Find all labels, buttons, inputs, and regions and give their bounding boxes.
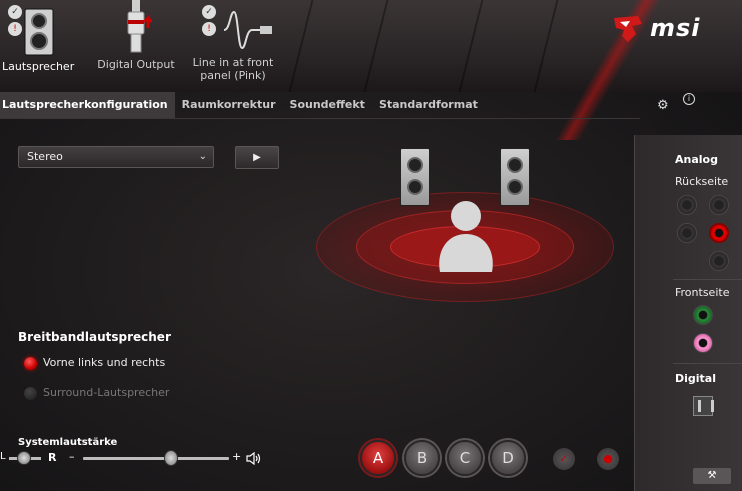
device-line-in[interactable]: ✓ ! Line in at front panel (Pink) [190,0,276,82]
speaker-config-select[interactable]: Stereo ⌄ [18,146,214,168]
jack-front-green[interactable] [693,305,713,325]
tab-speaker-config[interactable]: Lautsprecherkonfiguration [0,92,175,118]
tab-divider [0,118,640,119]
check-icon[interactable]: ✓ [553,448,575,470]
play-button[interactable]: ▶ [235,146,279,169]
jack-rear-3[interactable] [677,223,697,243]
broadband-title: Breitbandlautsprecher [18,330,171,344]
profile-b-button[interactable]: B [404,440,440,476]
dragon-icon [614,16,642,42]
device-label: Line in at front panel (Pink) [192,56,274,82]
balance-slider-thumb[interactable] [17,451,31,465]
radio-surround[interactable] [24,387,37,400]
decor-stripe [363,0,389,92]
play-icon: ▶ [253,152,261,163]
speaker-device-icon [24,8,54,56]
speaker-right-icon[interactable] [500,148,530,206]
device-label: Digital Output [97,58,175,71]
balance-left-label: L [0,451,6,462]
decor-stripe [458,0,484,92]
digital-port-icon[interactable] [693,396,714,416]
volume-title: Systemlautstärke [18,437,118,448]
jack-rear-1[interactable] [677,195,697,215]
front-label: Frontseite [675,286,730,299]
microphone-icon[interactable]: ● [597,448,619,470]
jack-front-pink[interactable] [693,333,713,353]
rear-label: Rückseite [675,175,729,188]
wrench-icon: ⚒ [707,470,717,481]
digital-title: Digital [675,372,716,385]
jack-rear-2[interactable] [709,195,729,215]
tab-sound-effect[interactable]: Soundeffekt [283,92,372,118]
tab-default-format[interactable]: Standardformat [372,92,485,118]
power-icon[interactable]: ! [202,22,216,36]
chevron-down-icon: ⌄ [198,151,207,162]
device-speakers[interactable]: ✓ ! Lautsprecher [2,0,74,73]
speaker-left-icon[interactable] [400,148,430,206]
msi-logo: msi [610,12,720,50]
profile-a-button[interactable]: A [360,440,396,476]
select-value: Stereo [27,150,63,163]
tab-bar: Lautsprecherkonfiguration Raumkorrektur … [0,92,485,118]
gear-icon[interactable]: ⚙ [657,99,671,113]
volume-minus-button[interactable]: – [69,450,75,463]
check-icon[interactable]: ✓ [202,5,216,19]
audio-manager-window: ✓ ! Lautsprecher Digital Output ✓ ! Line… [0,0,742,491]
jack-rear-4[interactable] [709,251,729,271]
device-label: Lautsprecher [2,60,75,73]
volume-plus-button[interactable]: + [232,450,241,463]
logo-text: msi [650,14,701,42]
info-icon[interactable]: i [683,93,695,105]
device-digital-output[interactable]: Digital Output [96,0,176,71]
radio-front-lr-label: Vorne links und rechts [43,356,166,369]
jack-rear-red[interactable] [709,223,729,243]
speaker-volume-icon[interactable] [246,452,262,465]
speaker-visualization [312,140,618,302]
radio-surround-label: Surround-Lautsprecher [43,386,170,399]
balance-right-label: R [48,451,57,464]
volume-slider-thumb[interactable] [163,450,178,466]
tab-room-correction[interactable]: Raumkorrektur [175,92,283,118]
check-icon[interactable]: ✓ [8,5,22,19]
radio-front-lr[interactable] [24,357,37,370]
wrench-button[interactable]: ⚒ [693,468,731,484]
divider [673,363,742,364]
power-icon[interactable]: ! [8,22,22,36]
divider [673,279,742,280]
volume-row: L R – + [0,450,270,466]
connector-panel: Analog Rückseite Frontseite Digital ⚒ [634,135,742,491]
listener-icon [439,201,493,272]
analog-title: Analog [675,153,718,166]
decor-stripe [288,0,314,92]
profile-d-button[interactable]: D [490,440,526,476]
profile-c-button[interactable]: C [447,440,483,476]
wave-plug-icon [223,10,272,50]
optical-plug-icon [127,0,152,53]
volume-track[interactable] [83,457,229,460]
